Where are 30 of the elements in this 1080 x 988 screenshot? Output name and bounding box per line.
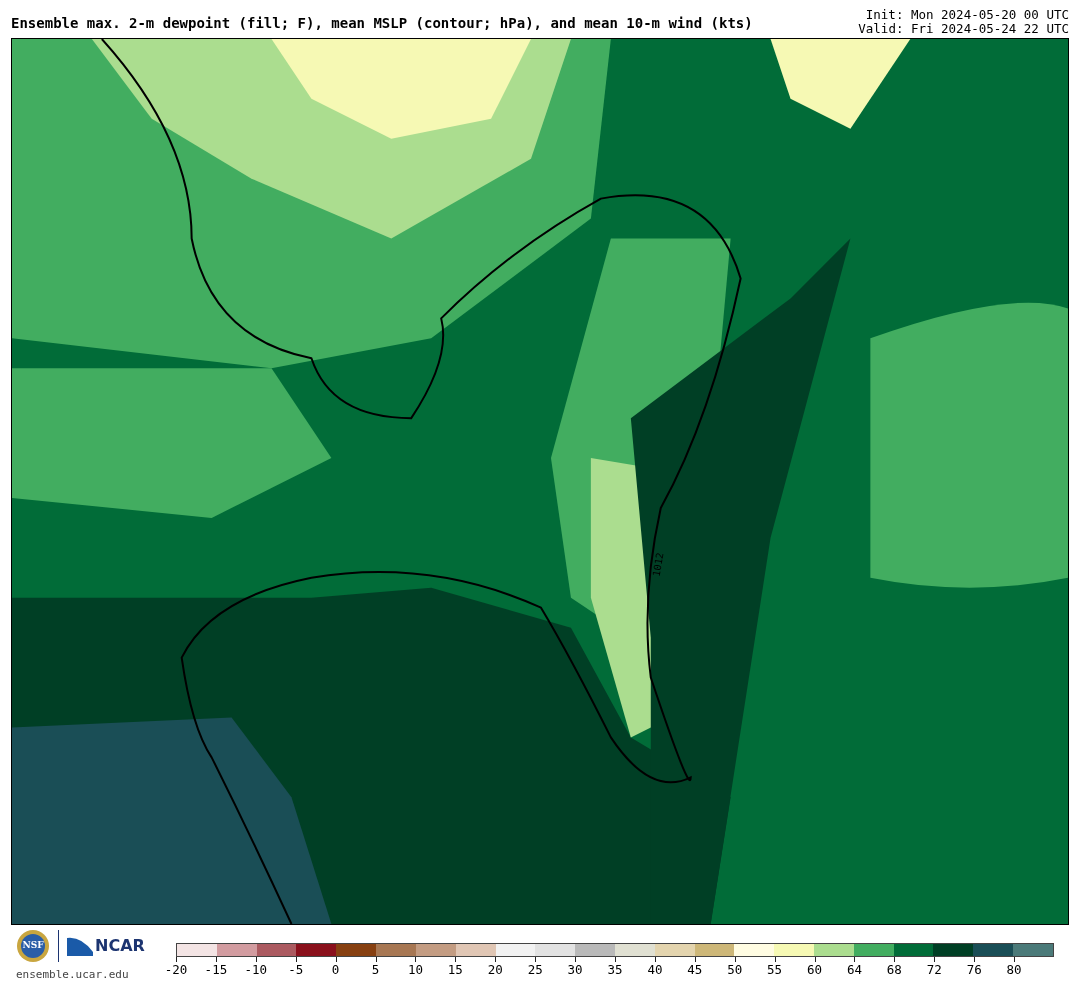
valid-time: Valid: Fri 2024-05-24 22 UTC: [858, 22, 1069, 36]
tick-label: -20: [164, 963, 188, 977]
tick-label: 45: [687, 963, 703, 977]
tick-label: 25: [527, 963, 543, 977]
tick-label: -15: [204, 963, 228, 977]
tick-label: 80: [1006, 963, 1022, 977]
chart-title: Ensemble max. 2-m dewpoint (fill; F), mean MSLP (contour; hPa), and mean 10-m wind (kts): [11, 14, 753, 33]
tick-label: 76: [966, 963, 982, 977]
init-time: Init: Mon 2024-05-20 00 UTC: [864, 8, 1069, 22]
tick-label: 5: [371, 963, 380, 977]
tick-label: 30: [567, 963, 583, 977]
ncar-swoosh-icon: [67, 936, 93, 956]
tick-label: 35: [607, 963, 623, 977]
tick-label: 64: [846, 963, 862, 977]
tick-label: 10: [407, 963, 423, 977]
tick-label: 15: [447, 963, 463, 977]
tick-label: -10: [244, 963, 268, 977]
tick-label: 50: [727, 963, 743, 977]
tick-label: -5: [288, 963, 304, 977]
tick-label: 0: [331, 963, 340, 977]
tick-label: 20: [487, 963, 503, 977]
site-url: ensemble.ucar.edu: [16, 967, 130, 983]
ncar-logo: NCAR: [95, 938, 145, 954]
contour-label: 1012: [649, 551, 667, 578]
tick-label: 55: [767, 963, 783, 977]
tick-label: 40: [647, 963, 663, 977]
tick-label: 60: [807, 963, 823, 977]
tick-label: 68: [886, 963, 902, 977]
nsf-logo: NSF: [16, 929, 50, 963]
tick-label: 72: [926, 963, 942, 977]
